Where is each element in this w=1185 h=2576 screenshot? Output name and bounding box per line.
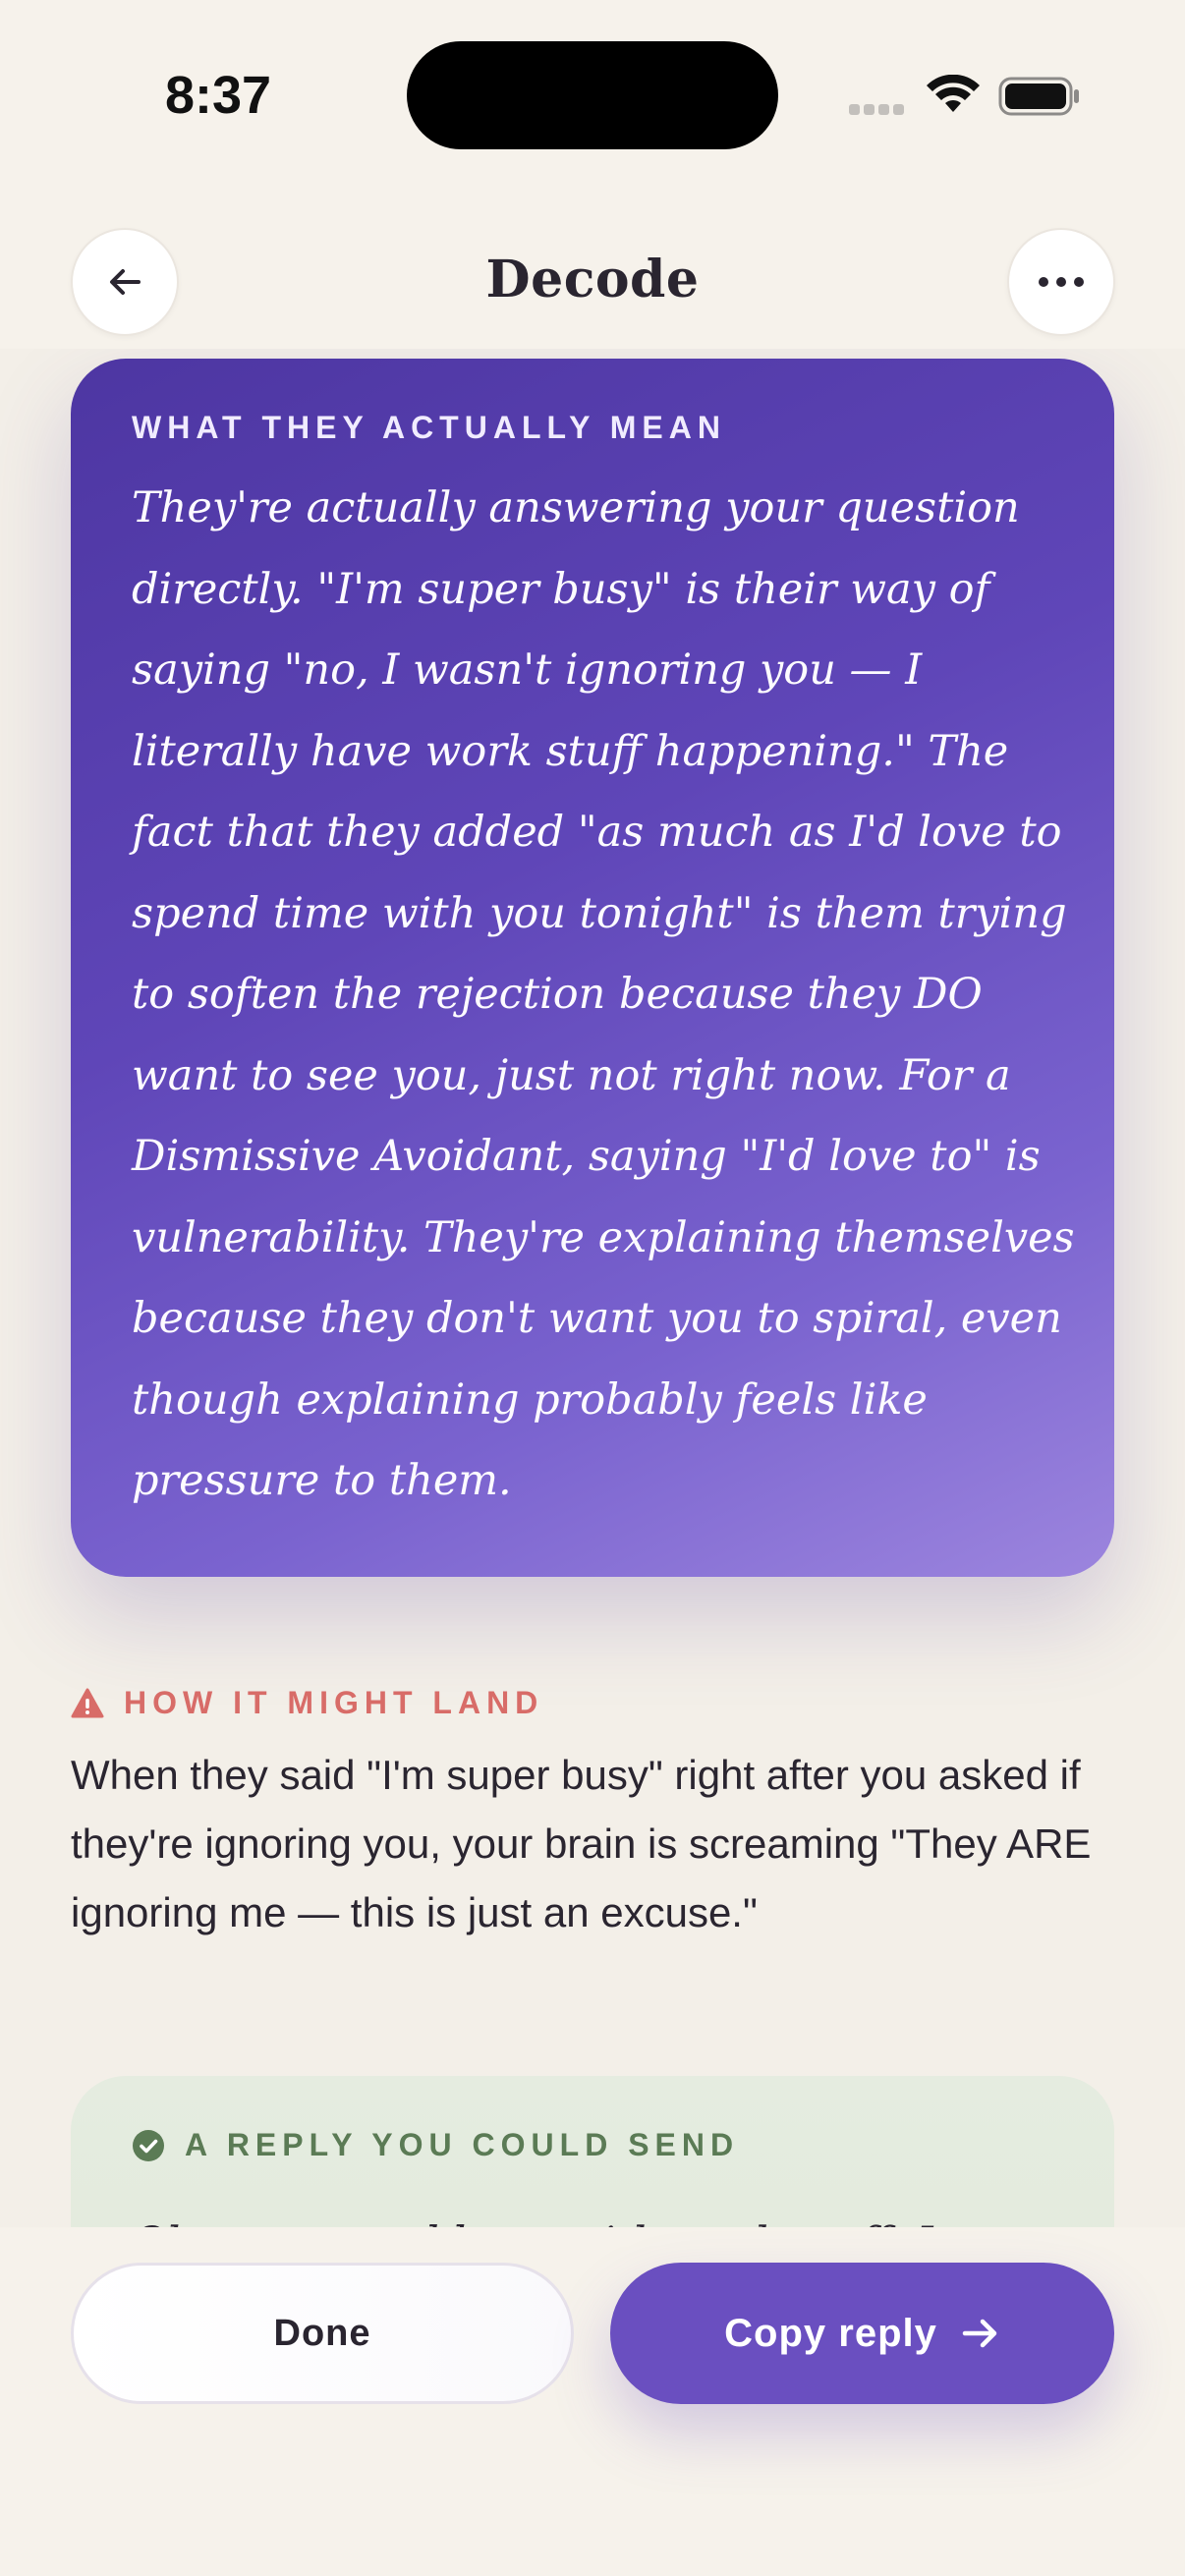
scroll-content[interactable]: WHAT THEY ACTUALLY MEAN They're actually… [0, 349, 1185, 2227]
cellular-signal-icon [849, 102, 908, 116]
land-eyebrow-row: HOW IT MIGHT LAND [71, 1685, 1114, 1721]
check-circle-icon [133, 2129, 164, 2161]
reply-text: Oh, you sound busy with work stuff. Let … [132, 2203, 1065, 2227]
done-label: Done [273, 2312, 371, 2354]
copy-reply-button[interactable]: Copy reply [610, 2263, 1114, 2404]
reply-eyebrow-row: A REPLY YOU COULD SEND [132, 2127, 1053, 2163]
wifi-icon [927, 75, 980, 112]
reply-eyebrow: A REPLY YOU COULD SEND [185, 2127, 740, 2162]
done-button[interactable]: Done [71, 2263, 574, 2404]
decode-screen: 8:37 Decode WHAT THEY ACTUALLY MEAN They… [0, 0, 1185, 2576]
meaning-card: WHAT THEY ACTUALLY MEAN They're actually… [71, 359, 1114, 1577]
land-eyebrow: HOW IT MIGHT LAND [124, 1685, 544, 1720]
ellipsis-icon [1039, 277, 1084, 287]
meaning-text: They're actually answering your question… [132, 483, 1075, 1505]
land-text: When they said "I'm super busy" right af… [71, 1752, 1092, 1935]
bottom-action-bar: Done Copy reply [0, 2227, 1185, 2576]
meaning-eyebrow: WHAT THEY ACTUALLY MEAN [132, 410, 726, 445]
dynamic-island [407, 41, 778, 149]
reply-card: A REPLY YOU COULD SEND Oh, you sound bus… [71, 2076, 1114, 2227]
warning-icon [71, 1688, 104, 1717]
status-time: 8:37 [165, 66, 272, 125]
how-it-might-land-section: HOW IT MIGHT LAND When they said "I'm su… [71, 1685, 1114, 1947]
arrow-right-icon [961, 2316, 1000, 2351]
top-nav: Decode [0, 196, 1185, 349]
more-options-button[interactable] [1007, 228, 1115, 336]
battery-icon [998, 77, 1079, 116]
copy-reply-label: Copy reply [724, 2311, 937, 2355]
status-bar: 8:37 [0, 0, 1185, 196]
